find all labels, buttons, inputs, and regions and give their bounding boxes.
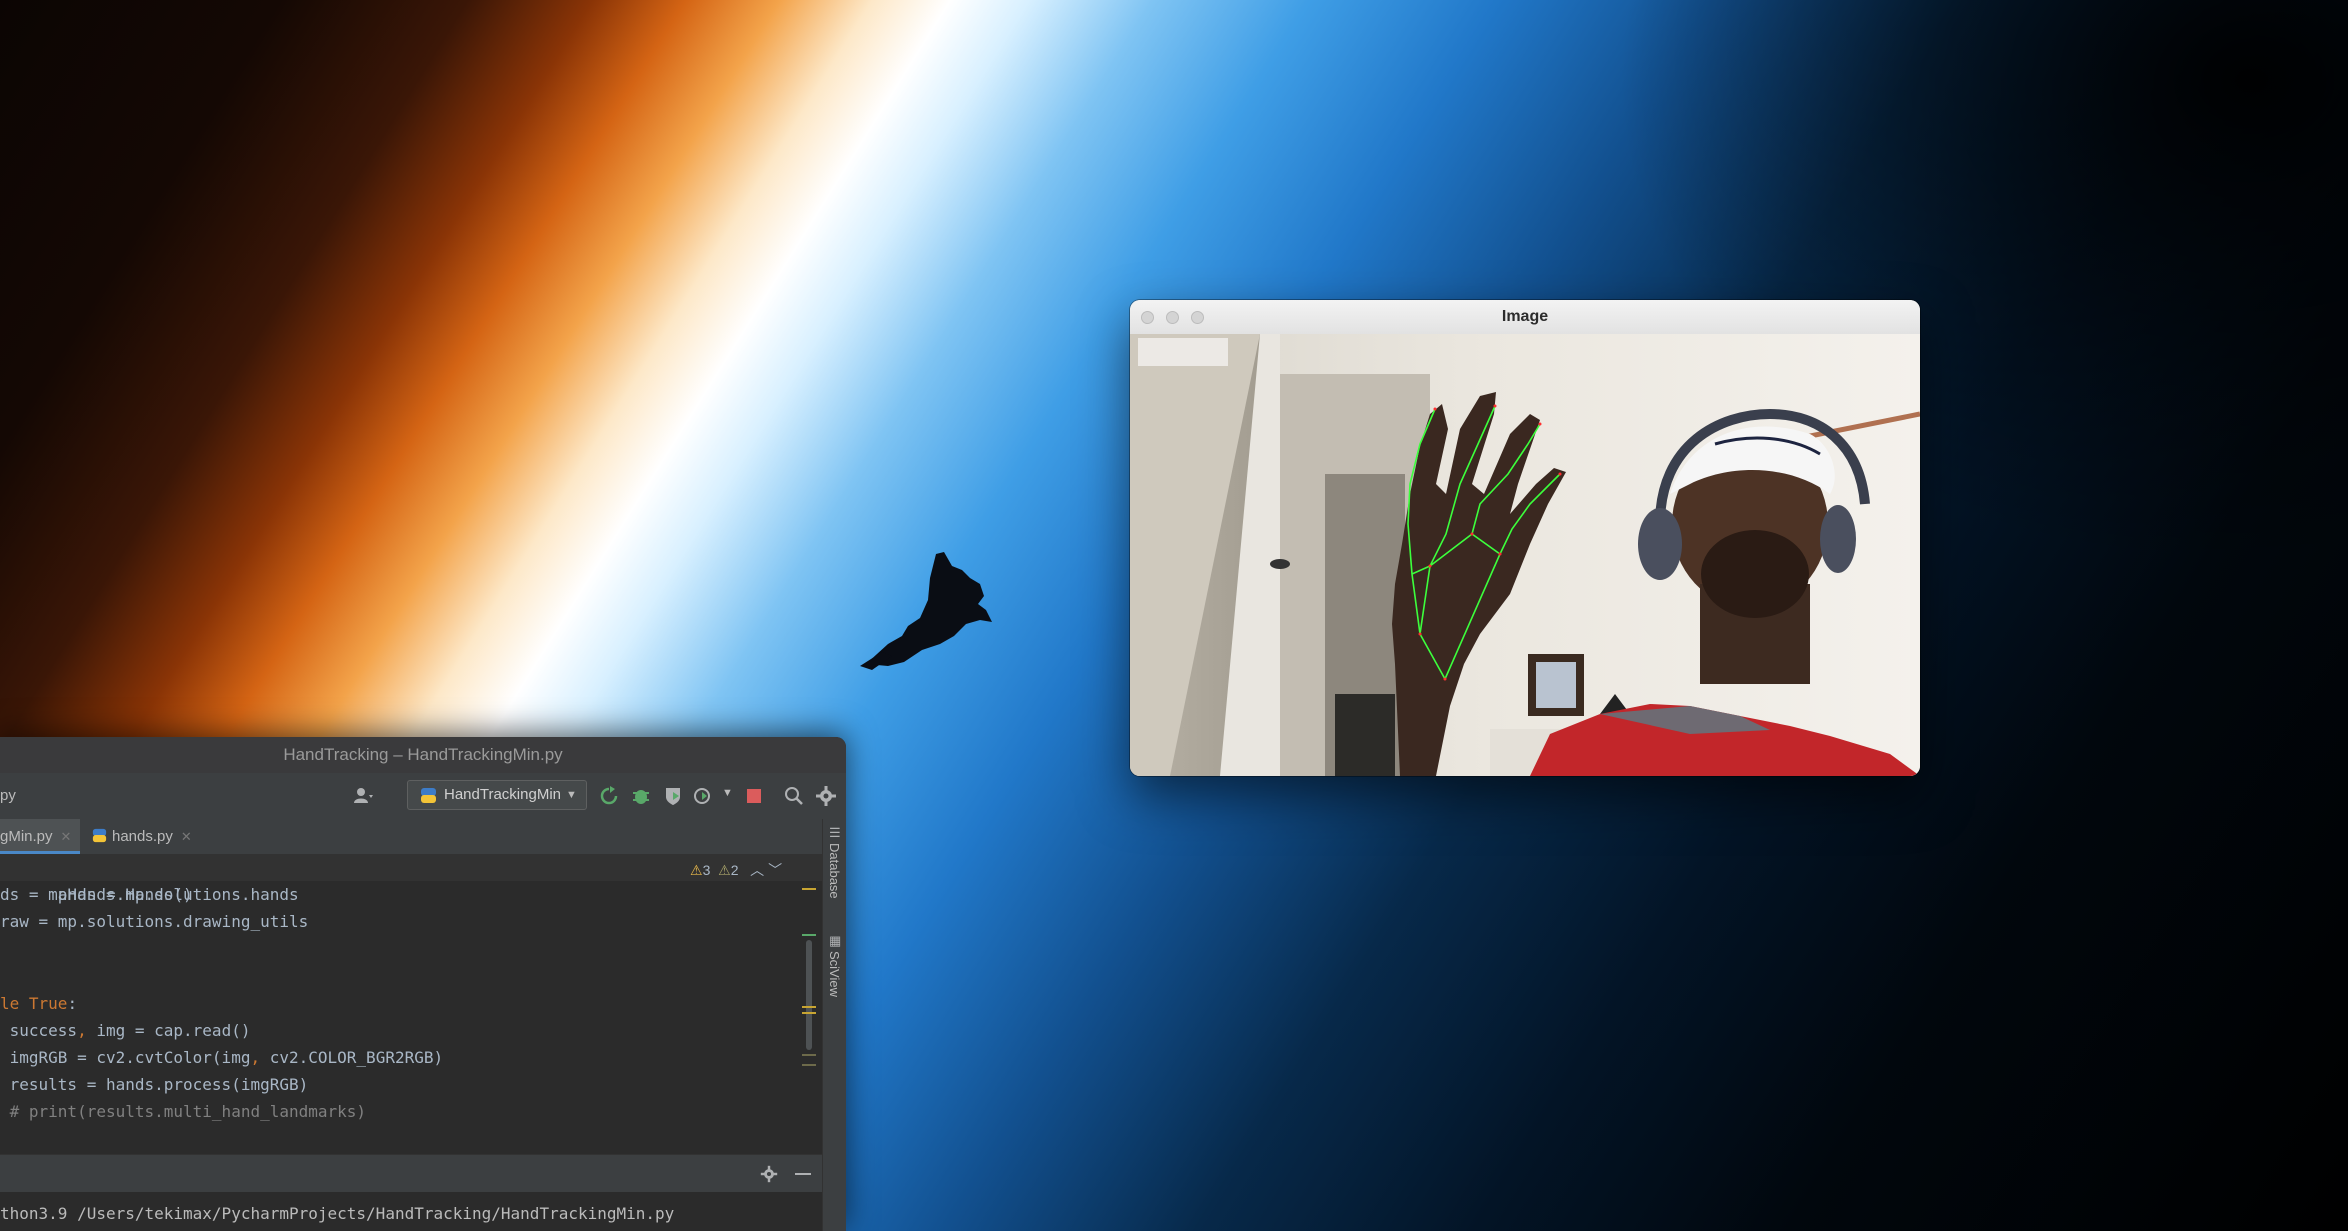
profile-icon[interactable] xyxy=(692,785,714,807)
inspection-widget[interactable]: ⚠3 ⚠2 ︿ ﹀ xyxy=(690,860,782,880)
warning-icon: ⚠ xyxy=(690,862,703,878)
database-icon: ☰ xyxy=(829,825,841,840)
editor-tabs: gMin.py ✕ hands.py ✕ xyxy=(0,819,822,855)
chevron-down-icon: ▼ xyxy=(566,789,577,801)
close-icon[interactable]: ✕ xyxy=(181,829,192,844)
sciview-icon: ▦ xyxy=(829,933,842,948)
debug-icon[interactable] xyxy=(630,785,652,807)
warning-marker[interactable] xyxy=(802,1006,816,1008)
weak-warning-marker[interactable] xyxy=(802,1064,816,1066)
code-editor[interactable]: ands = mp.solutions.hands ⚠3 ⚠2 ︿ ﹀ ds =… xyxy=(0,854,822,1154)
code-line: # print(results.multi_hand_landmarks) xyxy=(0,1102,367,1121)
python-icon xyxy=(421,788,436,803)
stop-icon[interactable] xyxy=(743,785,765,807)
user-icon[interactable] xyxy=(352,785,374,807)
ide-toolbar: py HandTrackingMin ▼ ▼ xyxy=(0,773,846,820)
database-panel-tab[interactable]: Database xyxy=(827,843,842,899)
tab-handtrackingmin[interactable]: gMin.py ✕ xyxy=(0,819,80,854)
weak-warning-icon: ⚠ xyxy=(718,862,731,878)
shuttle-silhouette xyxy=(860,552,992,670)
run-config-label: HandTrackingMin xyxy=(444,786,561,803)
gear-icon[interactable] xyxy=(815,785,837,807)
rerun-icon[interactable] xyxy=(598,785,620,807)
tab-label: gMin.py xyxy=(0,828,53,845)
warning-marker[interactable] xyxy=(802,1012,816,1014)
coverage-icon[interactable] xyxy=(662,785,684,807)
code-line: results = hands.process(imgRGB) xyxy=(0,1075,309,1094)
close-icon[interactable]: ✕ xyxy=(61,829,72,844)
image-window-title: Image xyxy=(1501,308,1549,325)
search-icon[interactable] xyxy=(783,785,805,807)
warning-marker[interactable] xyxy=(802,888,816,890)
python-icon xyxy=(92,828,107,843)
run-panel-header xyxy=(0,1154,822,1193)
weak-warning-marker[interactable] xyxy=(802,1054,816,1056)
more-run-options-icon[interactable]: ▼ xyxy=(722,787,733,799)
breadcrumb-fragment[interactable]: py xyxy=(0,787,16,804)
code-line: success, img = cap.read() xyxy=(0,1021,251,1040)
code-line: le True: xyxy=(0,994,78,1013)
ide-window-title: HandTracking – HandTrackingMin.py xyxy=(0,737,846,774)
sciview-panel-tab[interactable]: SciView xyxy=(827,951,842,997)
code-line: imgRGB = cv2.cvtColor(img, cv2.COLOR_BGR… xyxy=(0,1048,444,1067)
chevron-up-icon[interactable]: ︿ xyxy=(750,862,764,878)
change-marker[interactable] xyxy=(802,934,816,936)
webcam-frame xyxy=(1130,334,1920,776)
editor-scrollbar[interactable] xyxy=(806,940,812,1050)
image-window[interactable]: Image xyxy=(1130,300,1920,776)
gear-icon[interactable] xyxy=(760,1165,778,1183)
right-tool-strip: ☰ Database ▦ SciView xyxy=(822,819,846,1231)
run-config-selector[interactable]: HandTrackingMin ▼ xyxy=(407,780,587,810)
pycharm-window[interactable]: HandTracking – HandTrackingMin.py py Han… xyxy=(0,737,846,1231)
console-command-line: thon3.9 /Users/tekimax/PycharmProjects/H… xyxy=(0,1204,675,1223)
tab-label: hands.py xyxy=(112,828,173,845)
run-console[interactable]: thon3.9 /Users/tekimax/PycharmProjects/H… xyxy=(0,1192,822,1231)
code-line: raw = mp.solutions.drawing_utils xyxy=(0,912,309,931)
code-line: ds = mpHands.Hands() xyxy=(0,885,193,904)
tab-hands[interactable]: hands.py ✕ xyxy=(92,819,202,854)
minimize-panel-icon[interactable] xyxy=(795,1173,811,1175)
chevron-down-icon[interactable]: ﹀ xyxy=(768,862,782,878)
image-window-titlebar[interactable]: Image xyxy=(1130,300,1920,335)
